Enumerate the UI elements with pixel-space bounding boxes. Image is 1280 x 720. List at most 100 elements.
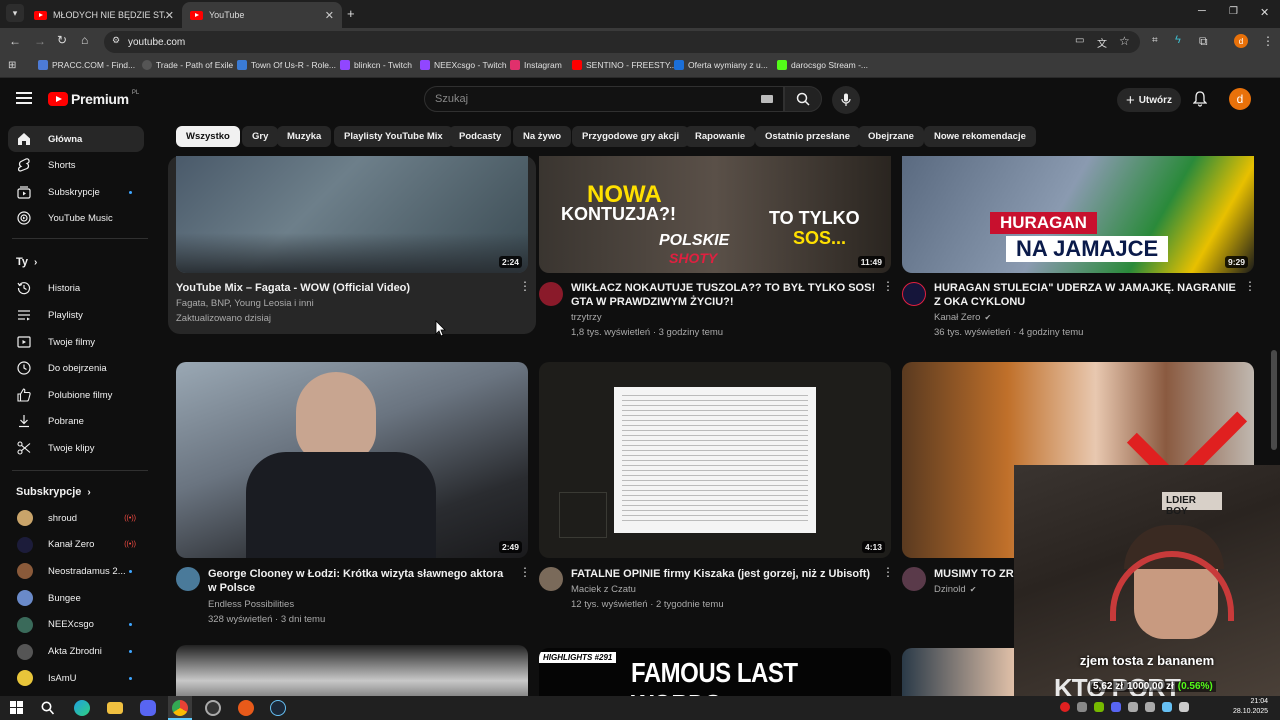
- tray-discord-icon[interactable]: [1111, 702, 1121, 712]
- chip-4[interactable]: Podcasty: [449, 126, 512, 147]
- video-title[interactable]: FATALNE OPINIE firmy Kiszaka (jest gorze…: [571, 567, 871, 581]
- sidebar-item-subscriptions[interactable]: Subskrypcje: [8, 179, 144, 205]
- video-title[interactable]: George Clooney w Łodzi: Krótka wizyta sł…: [208, 567, 508, 595]
- video-thumbnail[interactable]: [902, 648, 1014, 696]
- more-options-icon[interactable]: ⋮: [519, 280, 531, 292]
- forward-icon[interactable]: →: [34, 34, 46, 48]
- close-window-icon[interactable]: ✕: [1260, 6, 1269, 19]
- chip-5[interactable]: Na żywo: [513, 126, 572, 147]
- app-icon[interactable]: [238, 700, 254, 716]
- new-tab-icon[interactable]: +: [347, 6, 355, 21]
- more-options-icon[interactable]: ⋮: [1244, 280, 1256, 292]
- chrome-icon[interactable]: [172, 700, 188, 716]
- notifications-bell-icon[interactable]: [1192, 91, 1208, 112]
- tray-app-icon[interactable]: [1077, 702, 1087, 712]
- browser-tab-1[interactable]: MŁODYCH NIE BĘDZIE STAĆ NA ✕: [26, 2, 182, 28]
- video-title[interactable]: WIKŁACZ NOKAUTUJE TUSZOLA?? TO BYŁ TYLKO…: [571, 281, 876, 309]
- chip-10[interactable]: Nowe rekomendacje: [924, 126, 1036, 147]
- bookmark-sentino[interactable]: SENTINO - FREESTY...: [572, 60, 677, 70]
- more-options-icon[interactable]: ⋮: [519, 566, 531, 578]
- sidebar-subscription-item[interactable]: Neostradamus 2...: [8, 558, 144, 584]
- sidebar-subscription-item[interactable]: Kanał Zero ((•)): [8, 532, 144, 558]
- video-thumbnail[interactable]: 4:13: [539, 362, 891, 558]
- hamburger-menu-icon[interactable]: [16, 92, 32, 104]
- chrome-menu-icon[interactable]: ⋮: [1262, 34, 1274, 48]
- chip-1[interactable]: Gry: [242, 126, 279, 147]
- taskbar-search-icon[interactable]: [41, 701, 54, 715]
- sidebar-subscription-item[interactable]: IsAmU: [8, 665, 144, 691]
- chip-6[interactable]: Przygodowe gry akcji: [572, 126, 690, 147]
- search-input[interactable]: Szukaj: [424, 86, 784, 112]
- sidebar-item-history[interactable]: Historia: [8, 275, 144, 301]
- cast-icon[interactable]: ▭: [1075, 35, 1084, 46]
- chip-3[interactable]: Playlisty YouTube Mix: [334, 126, 453, 147]
- video-thumbnail[interactable]: 2:49: [176, 362, 528, 558]
- more-options-icon[interactable]: ⋮: [882, 280, 894, 292]
- edge-icon[interactable]: [74, 700, 90, 716]
- sidebar-subscription-item[interactable]: NEEXcsgo: [8, 612, 144, 638]
- create-button[interactable]: + Utwórz: [1117, 88, 1181, 112]
- reload-icon[interactable]: ↻: [57, 33, 67, 47]
- video-thumbnail[interactable]: NOWA KONTUZJA?! TO TYLKO SOS... POLSKIE …: [539, 156, 891, 273]
- close-tab-icon[interactable]: ✕: [165, 9, 174, 22]
- sidebar-item-liked[interactable]: Polubione filmy: [8, 382, 144, 408]
- bookmark-darocsgo[interactable]: darocsgo Stream -...: [777, 60, 868, 70]
- windows-start-icon[interactable]: [10, 701, 23, 714]
- tray-app-icon[interactable]: [1128, 702, 1138, 712]
- restore-icon[interactable]: ❐: [1229, 6, 1238, 17]
- profile-avatar[interactable]: d: [1234, 34, 1248, 48]
- video-thumbnail[interactable]: HURAGAN NA JAMAJCE 9:29: [902, 156, 1254, 273]
- channel-avatar[interactable]: [539, 282, 563, 306]
- tab-search-icon[interactable]: ▾: [6, 4, 24, 22]
- video-channel[interactable]: trzytrzy: [571, 310, 602, 325]
- channel-avatar[interactable]: [902, 282, 926, 306]
- back-icon[interactable]: ←: [9, 34, 21, 48]
- chip-7[interactable]: Rapowanie: [685, 126, 756, 147]
- sidebar-item-downloads[interactable]: Pobrane: [8, 408, 144, 434]
- site-info-icon[interactable]: ⚙: [112, 35, 120, 46]
- video-thumbnail[interactable]: [176, 645, 528, 696]
- sidebar-item-your-videos[interactable]: Twoje filmy: [8, 329, 144, 355]
- apps-grid-icon[interactable]: ⊞: [8, 60, 16, 71]
- extensions-puzzle-icon[interactable]: ⧉: [1199, 34, 1208, 49]
- youtube-premium-logo[interactable]: Premium PL: [48, 90, 139, 107]
- video-thumbnail[interactable]: 2:24: [176, 156, 528, 273]
- sidebar-item-clips[interactable]: Twoje klipy: [8, 435, 144, 461]
- sidebar-item-watch-later[interactable]: Do obejrzenia: [8, 355, 144, 381]
- chip-2[interactable]: Muzyka: [277, 126, 332, 147]
- sidebar-subscription-item[interactable]: Bungee: [8, 585, 144, 611]
- more-options-icon[interactable]: ⋮: [882, 566, 894, 578]
- network-icon[interactable]: [1179, 702, 1189, 712]
- close-tab-icon[interactable]: ✕: [325, 9, 334, 22]
- file-explorer-icon[interactable]: [107, 702, 123, 714]
- bookmark-neexcsgo[interactable]: NEEXcsgo - Twitch: [420, 60, 507, 70]
- sidebar-item-playlists[interactable]: Playlisty: [8, 302, 144, 328]
- steam-icon[interactable]: [270, 700, 286, 716]
- sidebar-item-youtube-music[interactable]: YouTube Music: [8, 205, 144, 231]
- channel-avatar[interactable]: [902, 567, 926, 591]
- account-avatar[interactable]: d: [1229, 88, 1251, 110]
- browser-tab-2[interactable]: YouTube ✕: [182, 2, 342, 28]
- chip-8[interactable]: Ostatnio przesłane: [755, 126, 860, 147]
- video-channel[interactable]: Fagata, BNP, Young Leosia i inni: [176, 296, 314, 311]
- sidebar-section-subscriptions[interactable]: Subskrypcje ›: [16, 486, 91, 498]
- url-bar[interactable]: ⚙ youtube.com: [104, 31, 1140, 53]
- sidebar-item-shorts[interactable]: Shorts: [8, 152, 144, 178]
- sidebar-subscription-item[interactable]: Akta Zbrodni: [8, 639, 144, 665]
- extension-2-icon[interactable]: ϟ: [1175, 34, 1181, 46]
- chip-0[interactable]: Wszystko: [176, 126, 240, 147]
- bookmark-blinkcn[interactable]: blinkcn - Twitch: [340, 60, 412, 70]
- bookmark-pracc[interactable]: PRACC.COM - Find...: [38, 60, 135, 70]
- translate-icon[interactable]: 文: [1097, 35, 1107, 50]
- video-channel-row[interactable]: Kanał Zero ✔: [934, 310, 991, 325]
- obs-icon[interactable]: [205, 700, 221, 716]
- clock[interactable]: 21:04 28.10.2025: [1233, 697, 1268, 717]
- home-icon[interactable]: ⌂: [81, 33, 88, 47]
- minimize-icon[interactable]: ─: [1198, 5, 1206, 17]
- search-button[interactable]: [784, 86, 822, 112]
- speaker-icon[interactable]: [1145, 702, 1155, 712]
- video-channel[interactable]: Endless Possibilities: [208, 597, 294, 612]
- extension-icon[interactable]: ⌗: [1152, 35, 1158, 46]
- tray-steam-icon[interactable]: [1162, 702, 1172, 712]
- video-channel[interactable]: Maciek z Czatu: [571, 582, 636, 597]
